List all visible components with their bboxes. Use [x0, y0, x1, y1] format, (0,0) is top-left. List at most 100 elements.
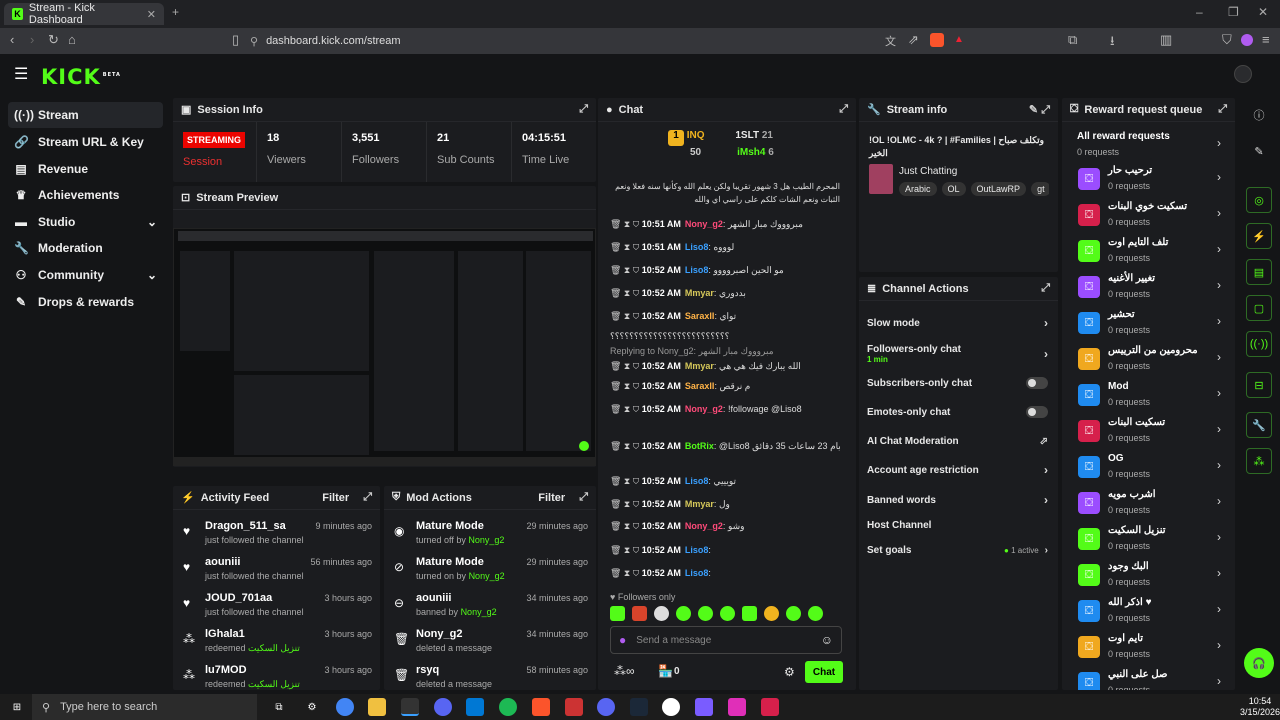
list-item[interactable]: ♥ Dragon_511_sa just followed the channel 9… — [181, 516, 372, 552]
mod-actions-icon[interactable]: 🗑 ⧗ ⛉ — [610, 476, 642, 486]
discord-icon[interactable] — [434, 698, 452, 716]
list-item[interactable]: ⁂ lu7MOD redeemed تنزيل السكيت 3 hours ago — [181, 660, 372, 696]
chrome-icon[interactable] — [336, 698, 354, 716]
app-icon[interactable] — [728, 698, 746, 716]
sidebar-item-moderation[interactable]: 🔧 Moderation — [8, 235, 163, 261]
reward-item[interactable]: ⛋ تسكيت خوي البنات 0 requests › — [1070, 198, 1221, 232]
download-icon[interactable]: ⭳ — [1110, 32, 1115, 54]
emotes-only-item[interactable]: Emotes-only chat — [867, 400, 1048, 424]
mod-actions-icon[interactable]: 🗑 ⧗ ⛉ — [610, 311, 642, 321]
reward-item[interactable]: ⛋ اذكر الله ♥ 0 requests › — [1070, 594, 1221, 628]
brave-shield-icon[interactable] — [930, 33, 944, 47]
reward-item[interactable]: ⛋ محرومين من الترييس 0 requests › — [1070, 342, 1221, 376]
subscribers-only-item[interactable]: Subscribers-only chat — [867, 371, 1048, 395]
mod-actions-icon[interactable]: 🗑 ⧗ ⛉ — [610, 219, 642, 229]
reward-item[interactable]: ⛋ تغيير الأغنيه 0 requests › — [1070, 270, 1221, 304]
avatar[interactable] — [1234, 65, 1252, 83]
community-icon[interactable]: ⁂ — [1246, 448, 1272, 474]
leo-icon[interactable] — [1241, 34, 1253, 46]
taskbar-search[interactable]: ⚲ Type here to search — [32, 694, 257, 720]
edit-icon[interactable]: ✎ — [1246, 138, 1272, 164]
mod-actions-icon[interactable]: 🗑 ⧗ ⛉ — [610, 521, 642, 531]
sidebar-item-stream[interactable]: ((·)) Stream — [8, 102, 163, 128]
points-icon[interactable]: ⁂∞ — [614, 664, 635, 678]
chat-message[interactable]: 🗑 ⧗ ⛉ 10:52 AM Liso8: — [610, 568, 840, 582]
chat-icon[interactable]: ▢ — [1246, 295, 1272, 321]
all-rewards-item[interactable]: All reward requests 0 requests › — [1070, 128, 1221, 162]
settings-icon[interactable]: ⚙ — [784, 665, 795, 679]
chat-message[interactable]: 🗑 ⧗ ⛉ 10:52 AM Nony_g2: وشو — [610, 521, 840, 535]
mod-actions-icon[interactable]: 🗑 ⧗ ⛉ — [610, 499, 642, 509]
send-chat-button[interactable]: Chat — [805, 661, 843, 683]
mod-actions-icon[interactable]: 🗑 ⧗ ⛉ — [610, 568, 642, 578]
sidebar-item-drops[interactable]: ✎ Drops & rewards — [8, 289, 163, 315]
forward-icon[interactable]: › — [30, 32, 34, 47]
home-icon[interactable]: ⌂ — [68, 32, 76, 47]
steam-icon[interactable] — [630, 698, 648, 716]
task-view-icon[interactable]: ⧉ — [270, 698, 288, 716]
chat-message[interactable]: 🗑 ⧗ ⛉ 10:52 AM SaraxII: تواي — [610, 311, 840, 325]
maximize-icon[interactable]: ❐ — [1228, 5, 1239, 19]
store-icon[interactable] — [466, 698, 484, 716]
spotify-icon[interactable] — [499, 698, 517, 716]
chat-message[interactable]: 🗑 ⧗ ⛉ 10:51 AM Nony_g2: مبروووك مبار الشه… — [610, 219, 840, 233]
chat-message[interactable]: Replying to Nony_g2: مبروووك مبار الشهر — [610, 346, 840, 360]
slow-mode-item[interactable]: Slow mode › — [867, 311, 1048, 335]
reward-item[interactable]: ⛋ تسكيت البنات 0 requests › — [1070, 414, 1221, 448]
new-tab-icon[interactable]: + — [172, 5, 179, 19]
list-item[interactable]: ◉ Mature Mode turned off by Nony_g2 29 minu… — [392, 516, 588, 552]
support-icon[interactable]: 🎧 — [1244, 648, 1274, 678]
reward-item[interactable]: ⛋ تلف التايم اوت 0 requests › — [1070, 234, 1221, 268]
discord-icon[interactable] — [597, 698, 615, 716]
chat-message[interactable]: 🗑 ⧗ ⛉ 10:52 AM SaraxII: م نرقص — [610, 381, 840, 395]
list-item[interactable]: ⊖ aouniii banned by Nony_g2 34 minutes ago — [392, 588, 588, 624]
translate-icon[interactable]: 文 — [885, 33, 896, 49]
reward-item[interactable]: ⛋ تايم اوت 0 requests › — [1070, 630, 1221, 664]
set-goals-item[interactable]: Set goals ● 1 active › — [867, 538, 1048, 562]
reward-item[interactable]: ⛋ صل على النبي 0 requests › — [1070, 666, 1221, 690]
tag[interactable]: gt — [1031, 182, 1049, 196]
document-icon[interactable]: ▤ — [1246, 259, 1272, 285]
emotes-only-toggle[interactable] — [1026, 406, 1048, 418]
folder-icon[interactable] — [368, 698, 386, 716]
chat-message[interactable]: 🗑 ⧗ ⛉ 10:52 AM Liso8: تويييي — [610, 476, 840, 490]
expand-icon[interactable]: ⤢ — [1218, 103, 1227, 116]
edit-icon[interactable]: ✎ ⤢ — [1029, 103, 1050, 117]
reward-item[interactable]: ⛋ البك وجود 0 requests › — [1070, 558, 1221, 592]
info-icon[interactable]: ⓘ — [1246, 102, 1272, 128]
mod-actions-icon[interactable]: 🗑 ⧗ ⛉ — [610, 242, 642, 252]
sidebar-item-revenue[interactable]: ▤ Revenue — [8, 156, 163, 182]
app-icon[interactable] — [565, 698, 583, 716]
mod-actions-icon[interactable]: 🗑 ⧗ ⛉ — [610, 545, 642, 555]
list-item[interactable]: 🗑 Nony_g2 deleted a message 34 minutes ago — [392, 624, 588, 660]
mic-icon[interactable]: ● — [619, 633, 626, 647]
extensions-icon[interactable]: ⧉ — [1068, 32, 1077, 48]
account-age-item[interactable]: Account age restriction › — [867, 458, 1048, 482]
url-field[interactable]: ⚲ dashboard.kick.com/stream — [250, 31, 990, 51]
chat-input[interactable]: ● Send a message ☺ — [610, 626, 842, 654]
google-icon[interactable] — [662, 698, 680, 716]
reward-item[interactable]: ⛋ OG 0 requests › — [1070, 450, 1221, 484]
chat-message[interactable]: 🗑 ⧗ ⛉ 10:52 AM Liso8: مو الحين اصبروووو — [610, 265, 840, 279]
sidebar-item-community[interactable]: ⚇ Community ⌄ — [8, 262, 163, 288]
sidebar-item-studio[interactable]: ▬ Studio ⌄ — [8, 209, 163, 235]
list-item[interactable]: 🗑 rsyq deleted a message 58 minutes ago — [392, 660, 588, 696]
reload-icon[interactable]: ↻ — [48, 32, 59, 48]
browser-tab[interactable]: K Stream - Kick Dashboard ✕ — [4, 2, 164, 26]
app-icon[interactable] — [761, 698, 779, 716]
site-info-icon[interactable]: ⚲ — [250, 35, 258, 48]
kick-logo[interactable]: KICK BETA — [41, 65, 121, 89]
sidebar-toggle-icon[interactable]: ▥ — [1160, 32, 1172, 48]
wrench-icon[interactable]: 🔧 — [1246, 412, 1272, 438]
windows-start-icon[interactable]: ⊞ — [8, 698, 26, 716]
minimize-icon[interactable]: – — [1196, 5, 1203, 19]
game-icon[interactable] — [695, 698, 713, 716]
expand-icon[interactable]: ⤢ — [579, 103, 588, 116]
reward-item[interactable]: ⛋ تنزيل السكيت 0 requests › — [1070, 522, 1221, 556]
list-item[interactable]: ♥ aouniii just followed the channel 56 minu… — [181, 552, 372, 588]
share-icon[interactable]: ⇗ — [908, 32, 919, 48]
hamburger-icon[interactable]: ☰ — [14, 64, 28, 84]
lightning-icon[interactable]: ⚡ — [1246, 223, 1272, 249]
mod-actions-icon[interactable]: 🗑 ⧗ ⛉ — [610, 265, 642, 275]
list-item[interactable]: ♥ JOUD_701aa just followed the channel 3 ho… — [181, 588, 372, 624]
